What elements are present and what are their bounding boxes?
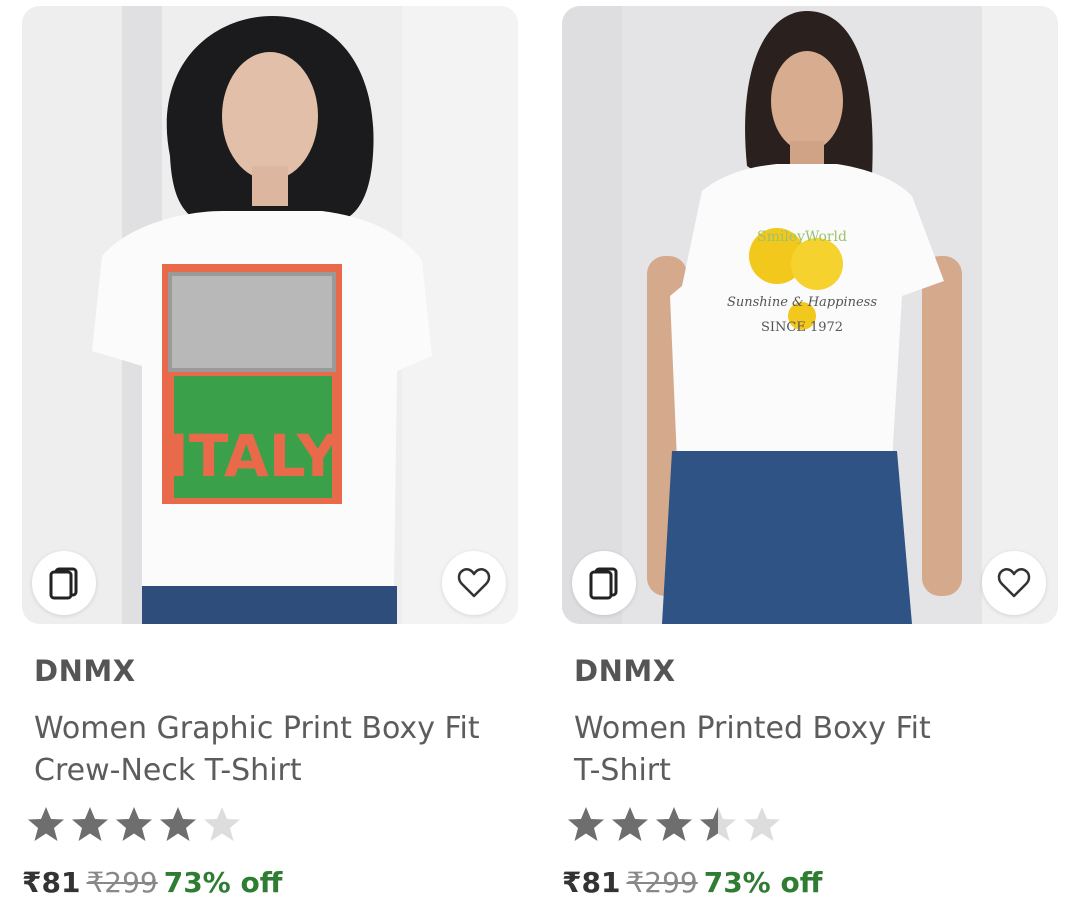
star-icon <box>612 807 648 841</box>
star-icon <box>700 807 736 841</box>
star-icon <box>28 807 64 841</box>
product-brand: DNMX <box>574 654 676 688</box>
discount-label: 73% off <box>703 866 823 899</box>
similar-products-icon <box>49 567 78 600</box>
wishlist-button[interactable] <box>442 551 506 615</box>
heart-icon <box>997 568 1031 598</box>
product-title-line: Women Graphic Print Boxy Fit <box>34 711 480 746</box>
rating-stars <box>566 804 782 844</box>
shirt-print-text: ITALY <box>167 422 339 490</box>
heart-icon <box>457 568 491 598</box>
star-icon <box>568 807 604 841</box>
original-price: ₹299 <box>86 866 158 899</box>
star-icon <box>744 807 780 841</box>
product-image[interactable]: ITALY <box>22 6 518 624</box>
product-title[interactable]: Women Printed Boxy Fit T-Shirt <box>574 708 1054 792</box>
price-row: ₹81 ₹299 73% off <box>562 866 822 900</box>
similar-products-button[interactable] <box>32 551 96 615</box>
similar-products-button[interactable] <box>572 551 636 615</box>
svg-text:SmileyWorld: SmileyWorld <box>757 229 847 245</box>
product-title-line: Crew-Neck T-Shirt <box>34 753 302 788</box>
product-card[interactable]: ITALY DNMX Women Graphic Print Boxy Fit … <box>22 6 518 903</box>
product-card[interactable]: SmileyWorld Sunshine & Happiness SINCE 1… <box>562 6 1058 903</box>
svg-text:SINCE 1972: SINCE 1972 <box>761 320 843 335</box>
star-icon <box>204 807 240 841</box>
similar-products-icon <box>589 567 618 600</box>
current-price: ₹81 <box>562 866 621 899</box>
product-brand: DNMX <box>34 654 136 688</box>
svg-text:Sunshine & Happiness: Sunshine & Happiness <box>727 295 877 310</box>
product-title[interactable]: Women Graphic Print Boxy Fit Crew-Neck T… <box>34 708 514 792</box>
product-image[interactable]: SmileyWorld Sunshine & Happiness SINCE 1… <box>562 6 1058 624</box>
star-icon <box>160 807 196 841</box>
product-title-line: Women Printed Boxy Fit <box>574 711 931 746</box>
current-price: ₹81 <box>22 866 81 899</box>
star-icon <box>656 807 692 841</box>
original-price: ₹299 <box>626 866 698 899</box>
product-grid: ITALY DNMX Women Graphic Print Boxy Fit … <box>0 0 1079 903</box>
rating-stars <box>26 804 242 844</box>
star-icon <box>116 807 152 841</box>
product-title-line: T-Shirt <box>574 753 671 788</box>
price-row: ₹81 ₹299 73% off <box>22 866 282 900</box>
star-icon <box>72 807 108 841</box>
discount-label: 73% off <box>163 866 283 899</box>
wishlist-button[interactable] <box>982 551 1046 615</box>
